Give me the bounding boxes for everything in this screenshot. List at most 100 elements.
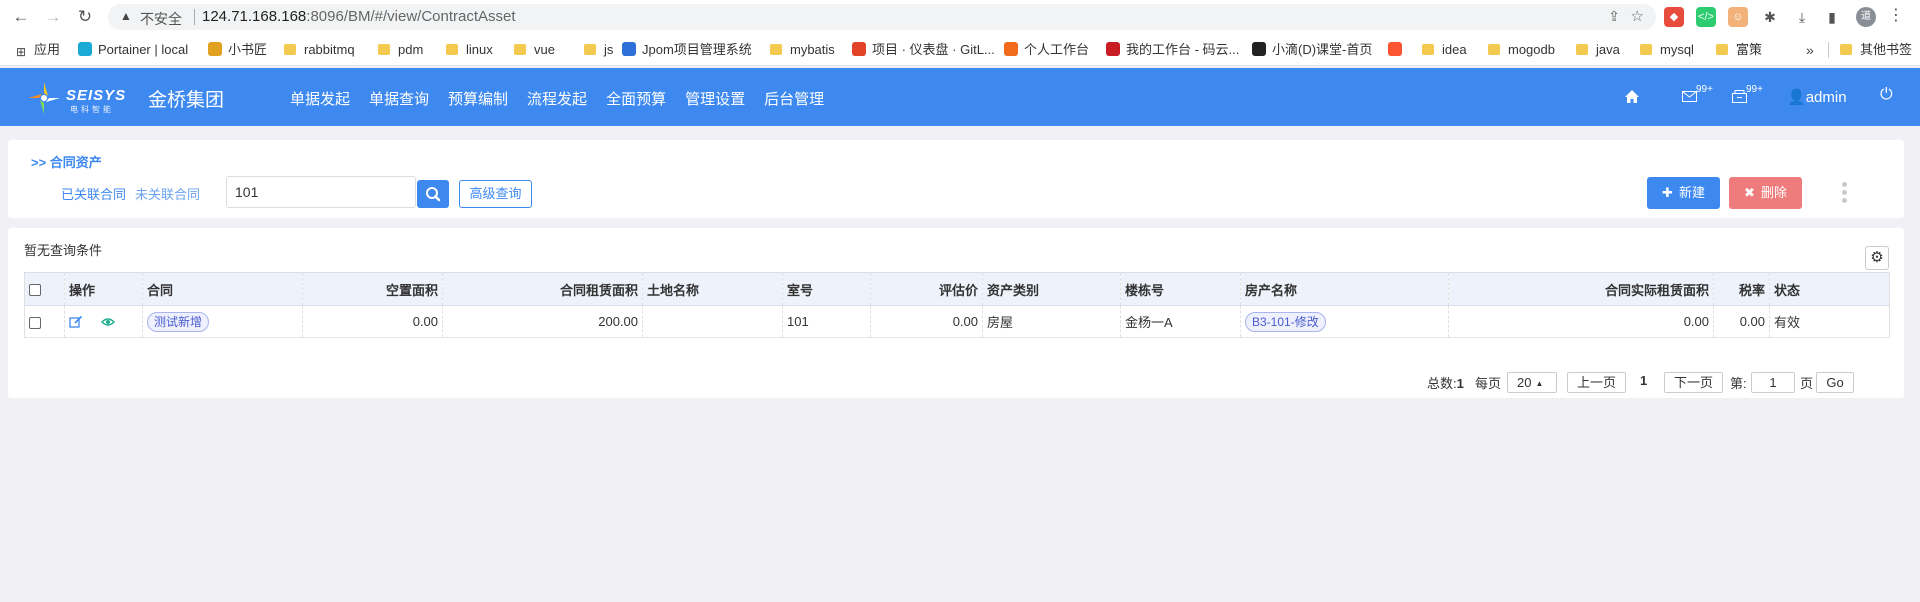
nav-item-document-initiate[interactable]: 单据发起	[290, 88, 350, 109]
bookmark-idea[interactable]: idea	[1422, 42, 1467, 58]
bookmark-other[interactable]: 其他书签	[1840, 42, 1912, 58]
next-page-button[interactable]: 下一页	[1664, 372, 1723, 393]
bookmarks-bar: » 其他书签 ⊞ 应用 Portainer | local 小书匠 rabbitmq pd…	[0, 34, 1920, 66]
delete-button[interactable]: ✖ 删除	[1729, 177, 1802, 209]
profile-avatar[interactable]: 道	[1856, 7, 1876, 27]
total-value: 1	[1456, 376, 1464, 391]
new-button[interactable]: ✚ 新建	[1647, 177, 1720, 209]
bookmarks-separator	[1828, 42, 1829, 58]
nav-item-backend-admin[interactable]: 后台管理	[764, 88, 824, 109]
extension-face-icon[interactable]: ☺	[1728, 7, 1748, 27]
bookmark-jpom[interactable]: Jpom项目管理系统	[622, 42, 752, 58]
extension-code-icon[interactable]: </>	[1696, 7, 1716, 27]
bookmark-mogodb[interactable]: mogodb	[1488, 42, 1555, 58]
per-page-label: 每页	[1475, 376, 1502, 391]
bookmark-mybatis[interactable]: mybatis	[770, 42, 835, 58]
nav-item-document-query[interactable]: 单据查询	[369, 88, 429, 109]
extension-red-icon[interactable]: ◆	[1664, 7, 1684, 27]
download-icon[interactable]: ⤓	[1792, 7, 1812, 27]
address-separator	[194, 9, 195, 25]
select-all-checkbox[interactable]	[29, 284, 41, 297]
folder-icon	[1422, 44, 1434, 55]
row-checkbox[interactable]	[29, 316, 41, 329]
bookmark-mysql[interactable]: mysql	[1640, 42, 1694, 58]
forward-icon[interactable]: →	[42, 6, 64, 28]
bookmark-java[interactable]: java	[1576, 42, 1620, 58]
bookmark-label: Portainer | local	[98, 42, 189, 57]
share-icon[interactable]: ⇪	[1608, 8, 1620, 25]
search-input[interactable]	[226, 176, 416, 208]
extensions-puzzle-icon[interactable]: ✱	[1760, 7, 1780, 27]
mail-icon[interactable]	[1682, 91, 1697, 102]
bookmark-portainer[interactable]: Portainer | local	[78, 42, 188, 58]
prev-page-button[interactable]: 上一页	[1567, 372, 1626, 393]
contract-tag[interactable]: 测试新增	[147, 311, 210, 332]
bookmark-label: 富策	[1736, 42, 1763, 57]
bookmark-label: 应用	[34, 42, 61, 57]
no-condition-label: 暂无查询条件	[24, 243, 103, 258]
more-options-icon[interactable]	[1842, 182, 1848, 204]
bookmark-fuce[interactable]: 富策	[1716, 42, 1762, 58]
bookmark-linux[interactable]: linux	[446, 42, 493, 58]
search-button[interactable]	[417, 180, 449, 208]
advanced-search-button[interactable]: 高级查询	[459, 180, 532, 208]
bookmark-vue[interactable]: vue	[514, 42, 555, 58]
col-land-name: 土地名称	[642, 272, 783, 306]
logo-subtext: 电科智能	[70, 105, 114, 114]
message-box-icon[interactable]	[1732, 90, 1747, 103]
bookmark-label: vue	[534, 42, 555, 57]
bookmarks-more-icon[interactable]: »	[1806, 42, 1814, 58]
col-vacant-area: 空置面积	[302, 272, 443, 306]
reload-icon[interactable]: ↻	[74, 6, 96, 28]
nav-item-budget-compile[interactable]: 预算编制	[448, 88, 508, 109]
bookmark-label: 小书匠	[228, 42, 268, 57]
per-page-select[interactable]: 20 ▲	[1507, 372, 1557, 393]
go-button[interactable]: Go	[1816, 372, 1854, 393]
bookmark-csdn[interactable]	[1388, 42, 1408, 58]
column-settings-gear-icon[interactable]: ⚙	[1865, 246, 1889, 270]
company-name: 金桥集团	[148, 90, 225, 111]
mail-badge: 99+	[1696, 84, 1713, 95]
bookmark-xiaoshujiang[interactable]: 小书匠	[208, 42, 267, 58]
bookmark-gitlab[interactable]: 项目 · 仪表盘 · GitL...	[852, 42, 995, 58]
browser-toolbar: ← → ↻ ▲ 不安全 124.71.168.168:8096/BM/#/vie…	[0, 0, 1920, 34]
bookmark-label: 项目 · 仪表盘 · GitL...	[872, 42, 995, 57]
tab-unlinked-contracts[interactable]: 未关联合同	[135, 184, 200, 203]
back-icon[interactable]: ←	[10, 6, 32, 28]
bookmark-pdm[interactable]: pdm	[378, 42, 423, 58]
property-tag[interactable]: B3-101-修改	[1245, 311, 1326, 332]
edit-icon[interactable]	[69, 315, 83, 329]
bookmark-label: Jpom项目管理系统	[642, 42, 752, 57]
folder-icon	[584, 44, 596, 55]
nav-item-management-settings[interactable]: 管理设置	[685, 88, 745, 109]
bookmark-apps[interactable]: ⊞ 应用	[14, 42, 61, 59]
cell-asset-type: 房屋	[982, 305, 1121, 338]
col-actual-lease-area: 合同实际租赁面积	[1448, 272, 1714, 306]
col-lease-area: 合同租赁面积	[442, 272, 643, 306]
new-button-label: 新建	[1678, 185, 1705, 200]
col-building: 楼栋号	[1120, 272, 1241, 306]
user-menu[interactable]: 👤admin	[1787, 88, 1847, 106]
cell-property-name: B3-101-修改	[1240, 305, 1449, 338]
table-row[interactable]: 测试新增 0.00 200.00 101 0.00 房屋 金杨一A B3-101…	[24, 305, 1890, 338]
nav-item-full-budget[interactable]: 全面预算	[606, 88, 666, 109]
view-eye-icon[interactable]	[100, 315, 115, 329]
browser-menu-icon[interactable]: ⋮	[1888, 6, 1904, 26]
address-bar[interactable]: ▲ 不安全 124.71.168.168:8096/BM/#/view/Cont…	[108, 4, 1656, 30]
home-icon[interactable]	[1624, 89, 1640, 104]
bookmark-xiaodi-classroom[interactable]: 小滴(D)课堂-首页	[1252, 42, 1372, 58]
bookmark-star-icon[interactable]: ☆	[1631, 7, 1644, 25]
cell-tax-rate: 0.00	[1713, 305, 1770, 338]
bookmark-label: 其他书签	[1860, 42, 1913, 57]
sidepanel-icon[interactable]: ▮	[1822, 7, 1842, 27]
bookmark-personal-workbench[interactable]: 个人工作台	[1004, 42, 1089, 58]
bookmark-gitee-workbench[interactable]: 我的工作台 - 码云...	[1106, 42, 1239, 58]
tab-linked-contracts[interactable]: 已关联合同	[61, 184, 126, 203]
goto-page-input[interactable]	[1751, 372, 1795, 393]
cell-vacant-area: 0.00	[302, 305, 443, 338]
logout-icon[interactable]: ⏻	[1880, 86, 1893, 104]
bookmark-js[interactable]: js	[584, 42, 613, 58]
nav-item-process-initiate[interactable]: 流程发起	[527, 88, 587, 109]
bookmark-label: mysql	[1660, 42, 1694, 57]
bookmark-rabbitmq[interactable]: rabbitmq	[284, 42, 355, 58]
